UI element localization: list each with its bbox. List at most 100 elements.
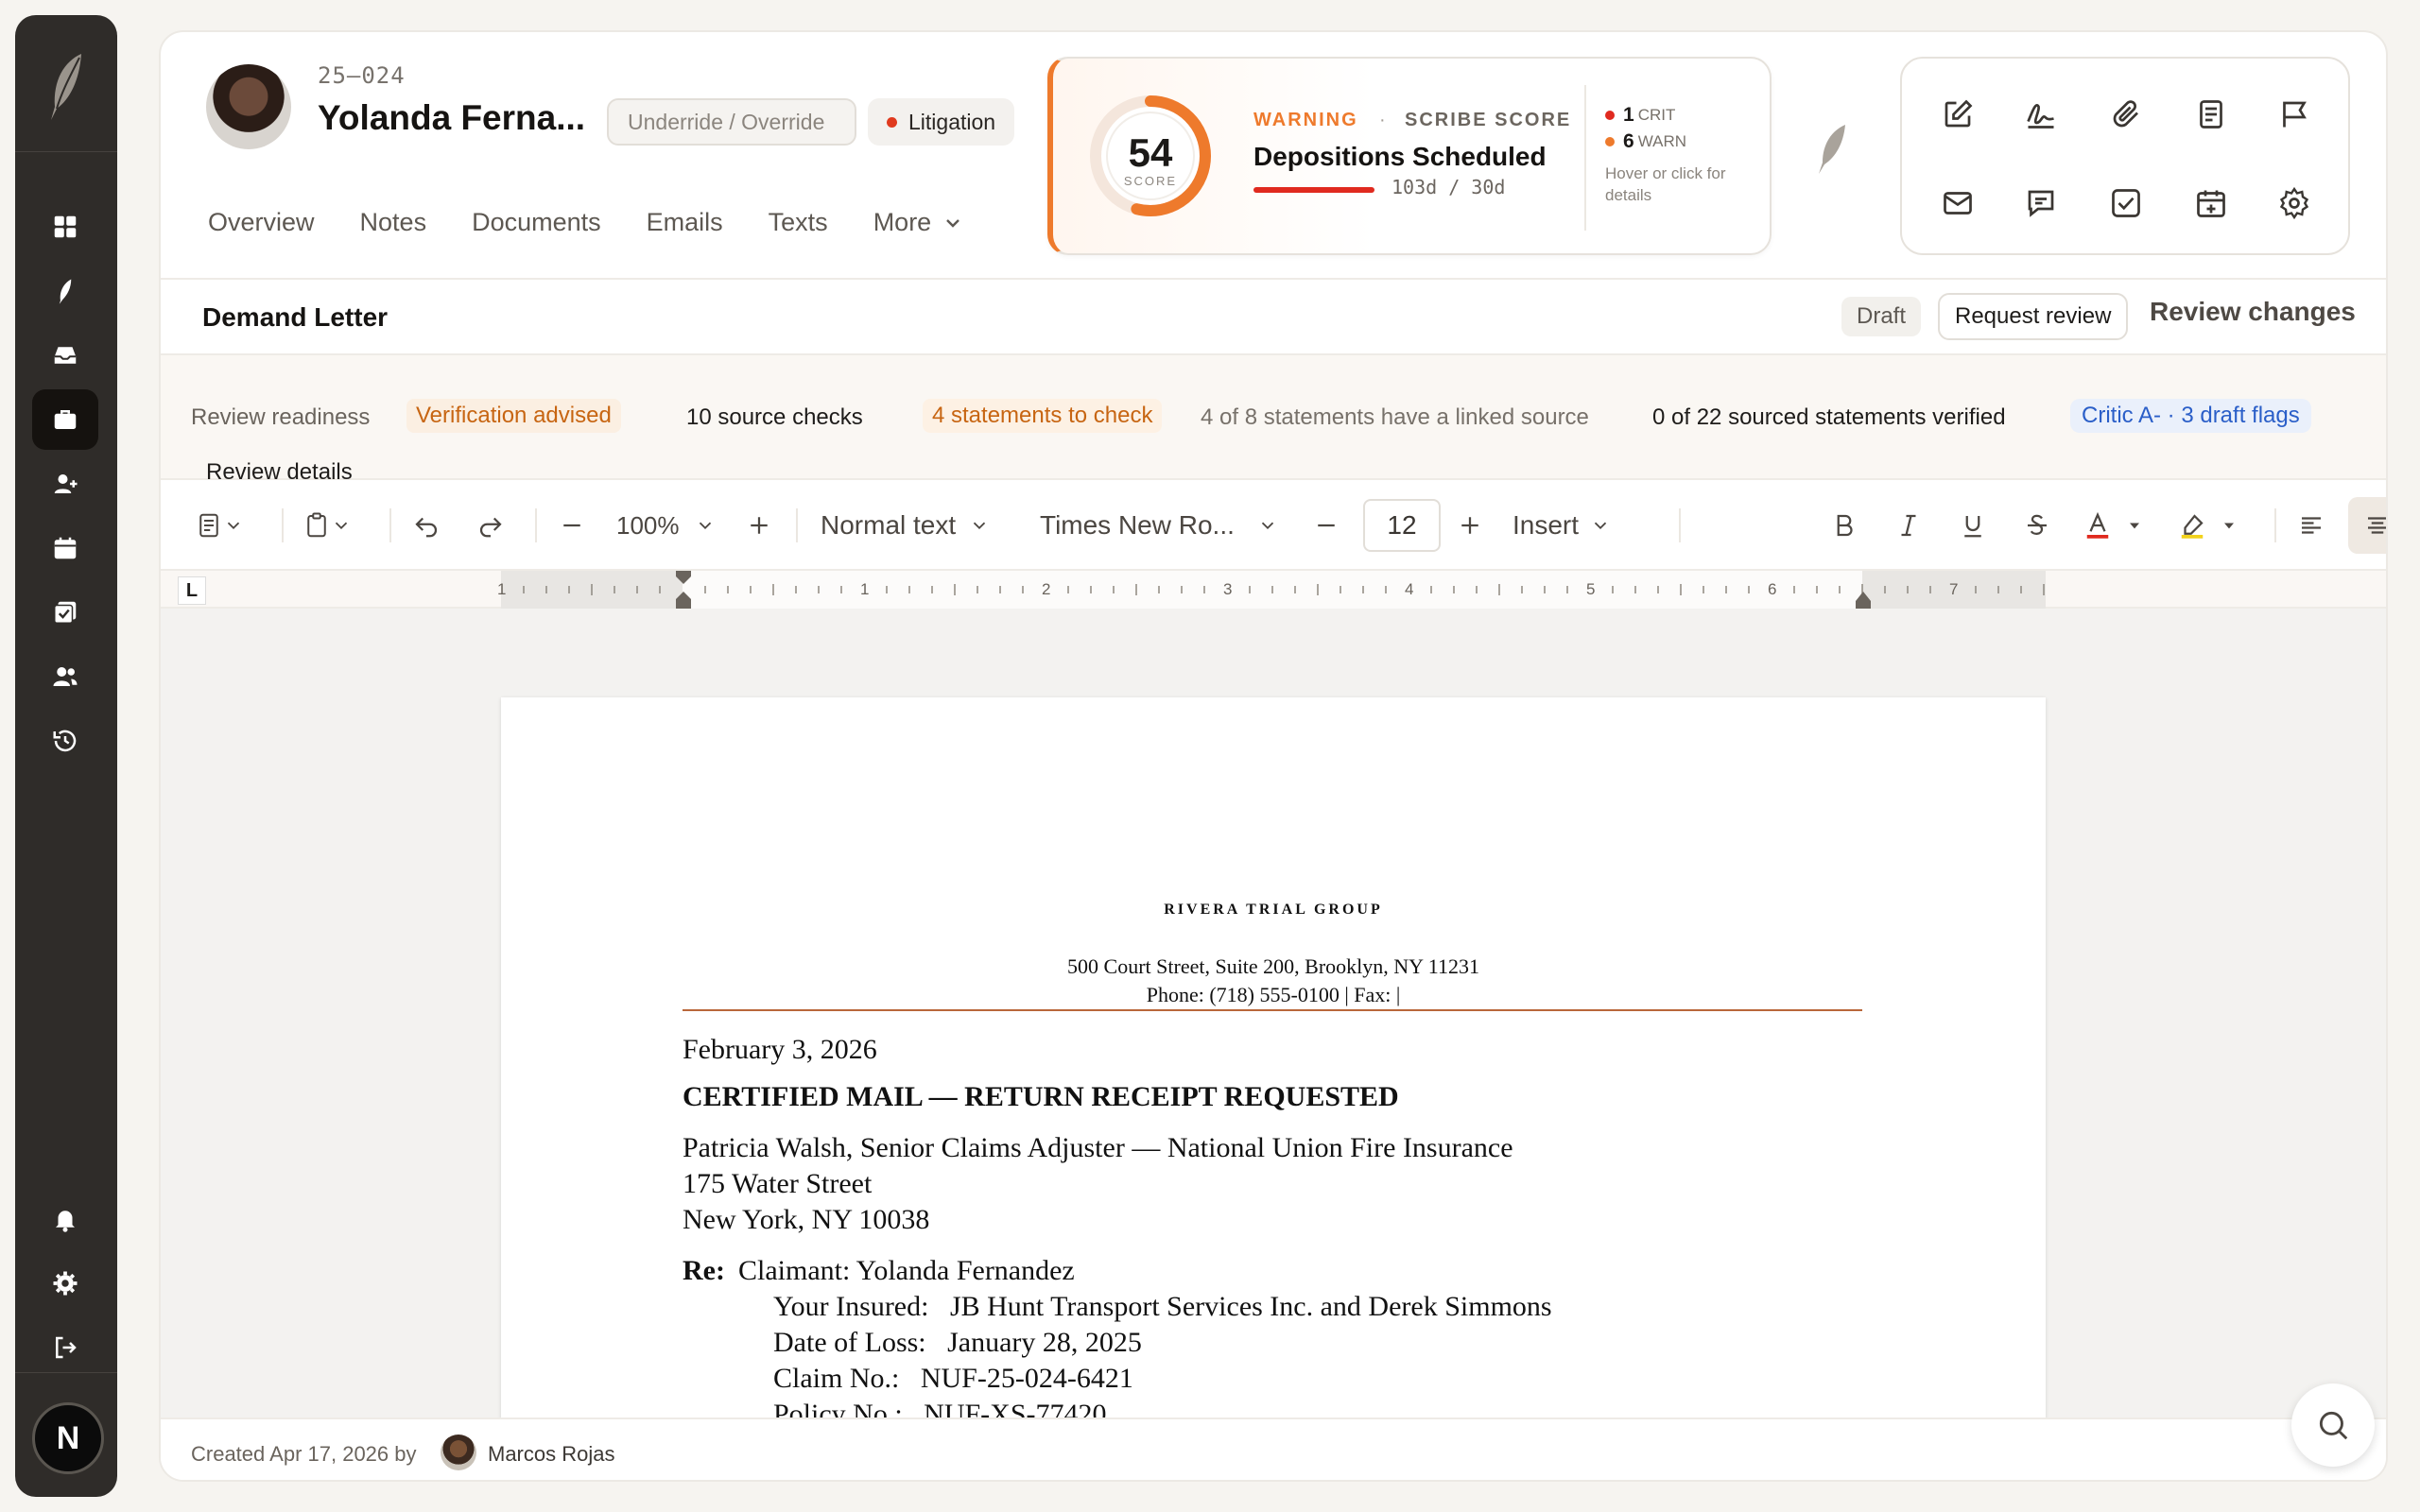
warn-label: WARN xyxy=(1637,132,1686,150)
document-action[interactable] xyxy=(2184,87,2238,142)
underline-button[interactable] xyxy=(1959,507,1987,544)
sidebar-item-logout[interactable] xyxy=(32,1317,98,1378)
scribe-quill-icon[interactable] xyxy=(1815,123,1849,180)
strikethrough-icon xyxy=(2028,514,2047,535)
page-menu[interactable] xyxy=(195,507,244,544)
insert-menu[interactable]: Insert xyxy=(1512,507,1611,544)
document-title-bar: Demand Letter Draft Request review Revie… xyxy=(161,280,2386,355)
bell-icon xyxy=(56,1211,75,1232)
zoom-in-button[interactable] xyxy=(745,507,773,544)
tab-emails[interactable]: Emails xyxy=(647,208,723,237)
undo-button[interactable] xyxy=(412,507,441,544)
case-settings-action[interactable] xyxy=(2267,176,2322,231)
status-label: Litigation xyxy=(908,109,996,134)
score-level: WARNING xyxy=(1253,110,1358,130)
text-color-button[interactable] xyxy=(2083,507,2144,544)
right-indent-marker-icon[interactable] xyxy=(1853,588,1874,609)
sidebar-item-history[interactable] xyxy=(32,711,98,771)
request-review-button[interactable]: Request review xyxy=(1938,293,2129,340)
chevron-down-icon xyxy=(1594,522,1607,530)
event-action[interactable] xyxy=(2184,176,2238,231)
letterhead-phone: Phone: (718) 555-0100 | Fax: | xyxy=(1146,983,1401,1006)
tab-stop-selector[interactable]: L xyxy=(178,576,206,605)
redo-button[interactable] xyxy=(476,507,505,544)
document-page[interactable]: RIVERA TRIAL GROUP 500 Court Street, Sui… xyxy=(501,697,2046,1450)
signature-action[interactable] xyxy=(2014,87,2068,142)
sidebar-item-cases[interactable] xyxy=(32,389,98,450)
verification-badge[interactable]: Verification advised xyxy=(406,399,621,433)
document-title: Demand Letter xyxy=(202,302,389,332)
strikethrough-button[interactable] xyxy=(2023,507,2051,544)
scribe-score-card[interactable]: 54 SCORE WARNING · SCRIBE SCORE Depositi… xyxy=(1047,57,1772,255)
bold-button[interactable] xyxy=(1830,507,1858,544)
readiness-label: Review readiness xyxy=(191,404,371,430)
clipboard-menu[interactable] xyxy=(302,507,352,544)
email-action[interactable] xyxy=(1930,176,1985,231)
search-button[interactable] xyxy=(2291,1383,2375,1467)
inbox-icon xyxy=(54,347,77,364)
re-claimant: Claimant: Yolanda Fernandez xyxy=(737,1255,1075,1286)
italic-button[interactable] xyxy=(1894,507,1923,544)
quill-logo-icon[interactable] xyxy=(15,42,117,132)
review-changes-button[interactable]: Review changes xyxy=(2150,297,2356,327)
tab-more-label: More xyxy=(873,208,932,236)
sidebar-item-settings[interactable] xyxy=(32,1253,98,1314)
zoom-out-button[interactable] xyxy=(558,507,586,544)
sidebar-item-team[interactable] xyxy=(32,646,98,707)
tab-notes[interactable]: Notes xyxy=(360,208,427,237)
tab-texts[interactable]: Texts xyxy=(769,208,828,237)
message-action[interactable] xyxy=(2014,176,2068,231)
draft-badge[interactable]: Draft xyxy=(1841,297,1922,336)
source-checks[interactable]: 10 source checks xyxy=(686,404,863,431)
task-action[interactable] xyxy=(2099,176,2153,231)
highlight-button[interactable] xyxy=(2178,507,2238,544)
editor-toolbar: 100% Normal text Times New Ro... 12 Inse… xyxy=(161,480,2386,571)
letterhead-firm: RIVERA TRIAL GROUP xyxy=(1164,902,1383,918)
tab-more[interactable]: More xyxy=(873,208,962,237)
sidebar-item-scribe[interactable] xyxy=(32,261,98,321)
checkbox-icon xyxy=(2112,189,2140,217)
case-header: 25–024 Yolanda Ferna... Underride / Over… xyxy=(161,32,2386,280)
sidebar-item-add-contact[interactable] xyxy=(32,454,98,514)
sidebar-divider xyxy=(15,1372,117,1373)
critic-badge[interactable]: Critic A- · 3 draft flags xyxy=(2070,399,2311,433)
override-badge[interactable]: Underride / Override xyxy=(607,98,856,146)
sidebar-item-dashboard[interactable] xyxy=(32,197,98,257)
quill-icon xyxy=(59,279,72,304)
align-center-button[interactable] xyxy=(2363,507,2386,544)
font-size-decrease[interactable] xyxy=(1312,507,1340,544)
tab-overview[interactable]: Overview xyxy=(208,208,315,237)
edit-action[interactable] xyxy=(1930,87,1985,142)
status-badge[interactable]: Litigation xyxy=(868,98,1015,146)
font-family-select[interactable]: Times New Ro... xyxy=(1040,507,1278,544)
font-size-input[interactable]: 12 xyxy=(1363,499,1441,552)
undo-icon xyxy=(415,517,438,538)
edit-icon xyxy=(1945,99,1973,128)
sidebar-item-calendar[interactable] xyxy=(32,518,98,578)
document-canvas[interactable]: RIVERA TRIAL GROUP 500 Court Street, Sui… xyxy=(161,609,2386,1450)
crit-number: 1 xyxy=(1623,104,1634,126)
attach-action[interactable] xyxy=(2099,87,2153,142)
warn-count: 6 WARN xyxy=(1605,130,1686,153)
sidebar-item-notifications[interactable] xyxy=(32,1189,98,1249)
sidebar-item-inbox[interactable] xyxy=(32,325,98,386)
text-style-select[interactable]: Normal text xyxy=(821,507,990,544)
logout-icon xyxy=(56,1336,77,1359)
zoom-select[interactable]: 100% xyxy=(616,507,716,544)
ruler-number: 6 xyxy=(1768,580,1777,598)
indent-marker-icon[interactable] xyxy=(673,571,694,609)
creator-name[interactable]: Marcos Rojas xyxy=(488,1442,614,1467)
sidebar-item-tasks[interactable] xyxy=(32,582,98,643)
statements-to-check[interactable]: 4 statements to check xyxy=(923,399,1163,433)
tab-documents[interactable]: Documents xyxy=(472,208,601,237)
caret-down-icon xyxy=(2224,523,2234,529)
case-tabs: Overview Notes Documents Emails Texts Mo… xyxy=(208,208,1007,237)
crit-dot-icon xyxy=(1605,111,1615,120)
user-avatar[interactable]: N xyxy=(32,1402,104,1474)
flag-action[interactable] xyxy=(2267,87,2322,142)
ruler[interactable]: L 1 1 2 3 4 5 6 7 xyxy=(161,571,2386,609)
align-left-button[interactable] xyxy=(2297,507,2325,544)
font-size-increase[interactable] xyxy=(1456,507,1484,544)
warn-number: 6 xyxy=(1623,130,1634,152)
letterhead-address: 500 Court Street, Suite 200, Brooklyn, N… xyxy=(1067,954,1479,978)
